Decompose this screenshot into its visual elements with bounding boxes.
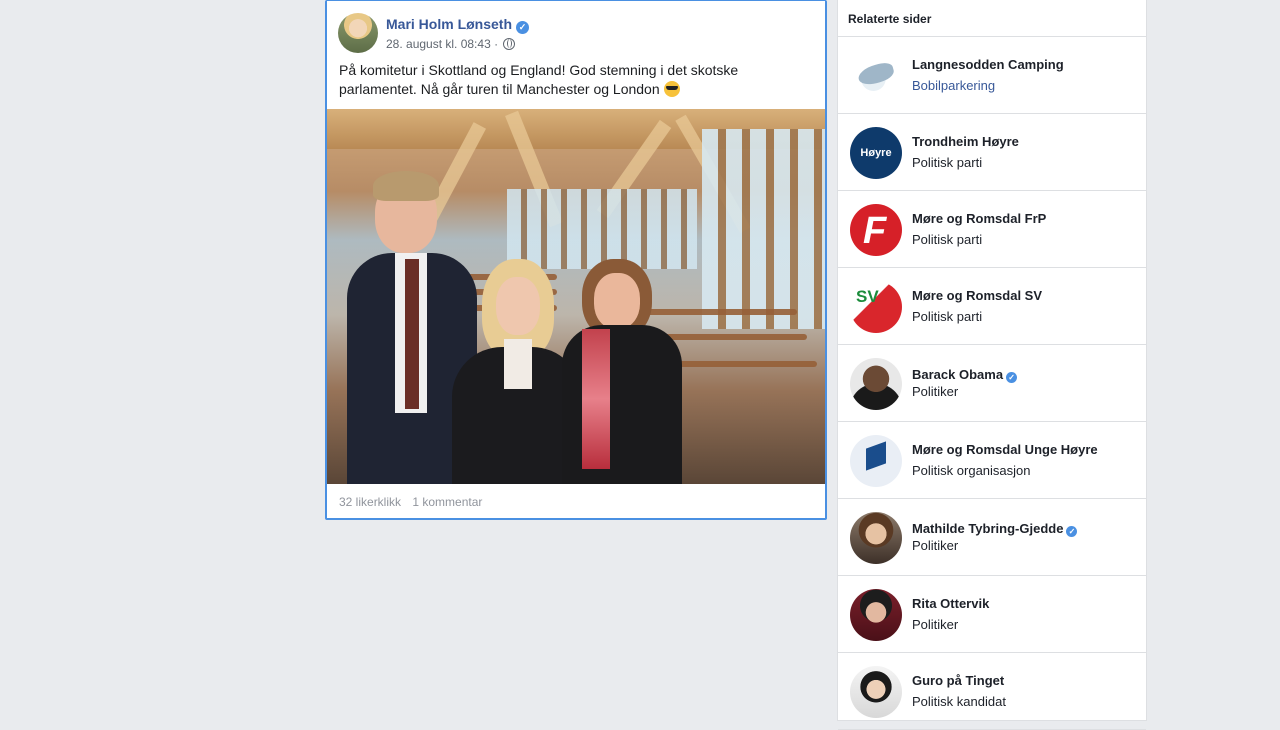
post-meta: 28. august kl. 08:43 ·: [386, 37, 516, 51]
related-item-name[interactable]: Langnesodden Camping: [912, 57, 1064, 72]
comments-count[interactable]: 1 kommentar: [412, 495, 482, 509]
related-item[interactable]: Rita Ottervik Politiker: [838, 576, 1146, 653]
related-item[interactable]: Møre og Romsdal Unge Høyre Politisk orga…: [838, 422, 1146, 499]
related-item-name[interactable]: Møre og Romsdal Unge Høyre: [912, 442, 1098, 457]
author-name[interactable]: Mari Holm Lønseth ✓: [386, 16, 530, 34]
related-item[interactable]: Mathilde Tybring-Gjedde ✓ Politiker: [838, 499, 1146, 576]
related-pages-panel: Relaterte sider Langnesodden Camping Bob…: [837, 0, 1147, 730]
post-timestamp[interactable]: 28. august kl. 08:43 ·: [386, 37, 498, 51]
related-item-category: Politisk parti: [912, 232, 983, 247]
related-item-category: Politisk organisasjon: [912, 463, 1031, 478]
post-text: På komitetur i Skottland og England! God…: [339, 61, 809, 99]
related-item-name[interactable]: Trondheim Høyre: [912, 134, 1019, 149]
related-item-category: Politiker: [912, 538, 959, 553]
related-item-category: Politisk parti: [912, 309, 983, 324]
frp-apple-logo-icon[interactable]: [850, 204, 902, 256]
author-name-text[interactable]: Mari Holm Lønseth: [386, 16, 512, 32]
post-card: Mari Holm Lønseth ✓ 28. august kl. 08:43 …: [325, 0, 827, 520]
related-item-name[interactable]: Rita Ottervik: [912, 596, 989, 611]
related-item-name[interactable]: Møre og Romsdal SV: [912, 288, 1042, 303]
related-item-name[interactable]: Mathilde Tybring-Gjedde ✓: [912, 521, 1078, 537]
person-right: [562, 259, 682, 484]
related-item[interactable]: Møre og Romsdal SV Politisk parti: [838, 268, 1146, 345]
hoyre-logo-icon[interactable]: Høyre: [850, 127, 902, 179]
author-avatar[interactable]: [338, 13, 378, 53]
related-item[interactable]: Guro på Tinget Politisk kandidat: [838, 653, 1146, 730]
related-item-name[interactable]: Guro på Tinget: [912, 673, 1004, 688]
post-photo[interactable]: [327, 109, 825, 484]
related-item[interactable]: Barack Obama ✓ Politiker: [838, 345, 1146, 422]
verified-badge-icon: ✓: [516, 21, 530, 34]
related-item-category: Politisk parti: [912, 155, 983, 170]
related-item[interactable]: Møre og Romsdal FrP Politisk parti: [838, 191, 1146, 268]
related-item-category: Politiker: [912, 384, 959, 399]
post-footer: 32 likerklikk 1 kommentar: [339, 495, 490, 509]
globe-icon: [503, 38, 516, 50]
sv-logo-icon[interactable]: [850, 281, 902, 333]
likes-count[interactable]: 32 likerklikk: [339, 495, 401, 509]
related-item-category: Politiker: [912, 617, 959, 632]
sunglasses-emoji-icon: [663, 81, 680, 97]
profile-photo-icon[interactable]: [850, 666, 902, 718]
related-item-category[interactable]: Bobilparkering: [912, 78, 995, 93]
verified-badge-icon: ✓: [1006, 372, 1018, 383]
related-pages-title: Relaterte sider: [838, 0, 1146, 37]
related-item[interactable]: Langnesodden Camping Bobilparkering: [838, 37, 1146, 114]
profile-photo-icon[interactable]: [850, 358, 902, 410]
profile-photo-icon[interactable]: [850, 512, 902, 564]
related-item-category: Politisk kandidat: [912, 694, 1006, 709]
related-item-name-text[interactable]: Barack Obama: [912, 367, 1003, 382]
related-item-name-text[interactable]: Mathilde Tybring-Gjedde: [912, 521, 1063, 536]
related-item[interactable]: Høyre Trondheim Høyre Politisk parti: [838, 114, 1146, 191]
unge-hoyre-logo-icon[interactable]: [850, 435, 902, 487]
related-item-name[interactable]: Barack Obama ✓: [912, 367, 1018, 383]
verified-badge-icon: ✓: [1066, 526, 1078, 537]
profile-photo-icon[interactable]: [850, 589, 902, 641]
related-item-name[interactable]: Møre og Romsdal FrP: [912, 211, 1046, 226]
dolphin-logo-icon[interactable]: [850, 50, 902, 102]
